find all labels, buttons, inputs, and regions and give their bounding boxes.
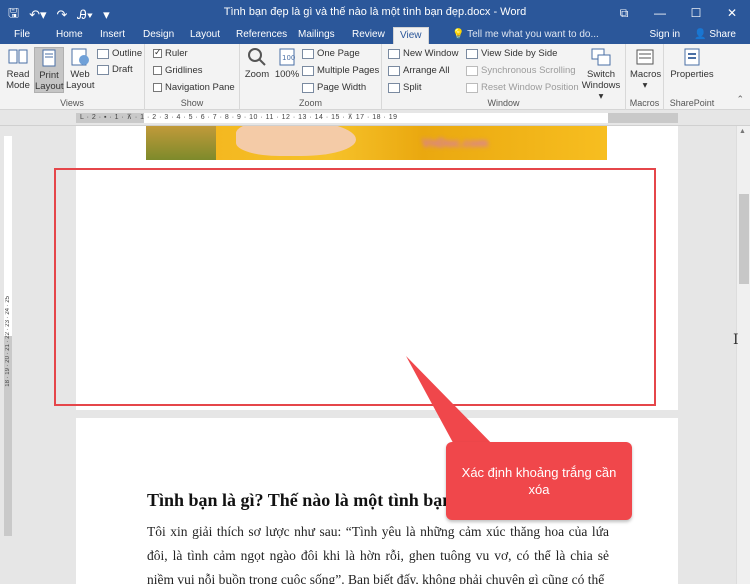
callout-text: Xác định khoảng trắng cần xóa [461,465,617,497]
callout-box: Xác định khoảng trắng cần xóa [446,442,632,520]
callout-arrow [406,356,500,474]
